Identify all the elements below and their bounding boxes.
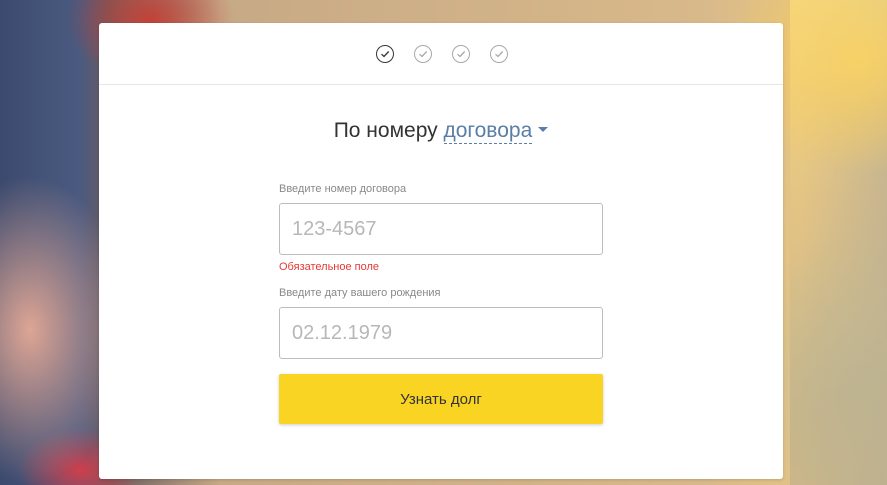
- birthdate-input[interactable]: 02.12.1979: [279, 307, 603, 359]
- search-method-dropdown[interactable]: договора: [443, 119, 533, 144]
- contract-number-input[interactable]: 123-4567: [279, 203, 603, 255]
- birthdate-label: Введите дату вашего рождения: [279, 287, 441, 299]
- check-debt-button-label: Узнать долг: [400, 390, 482, 408]
- search-method-heading: По номеру договора: [99, 119, 783, 144]
- birthdate-placeholder: 02.12.1979: [292, 321, 393, 344]
- contract-number-placeholder: 123-4567: [292, 217, 377, 240]
- check-debt-button[interactable]: Узнать долг: [279, 374, 603, 424]
- debt-form: Введите номер договора 123-4567 Обязател…: [279, 183, 603, 424]
- step-3-check-icon: [452, 44, 470, 63]
- contract-number-error: Обязательное поле: [279, 261, 380, 273]
- step-indicator: [99, 23, 783, 85]
- step-1-check-icon: [376, 44, 394, 63]
- contract-number-label: Введите номер договора: [279, 183, 407, 195]
- form-card: По номеру договора Введите номер договор…: [99, 23, 783, 479]
- step-2-check-icon: [414, 44, 432, 63]
- background-highlight: [790, 0, 887, 485]
- dropdown-value: договора: [443, 119, 533, 142]
- step-4-check-icon: [490, 44, 508, 63]
- heading-prefix: По номеру: [333, 119, 438, 142]
- caret-down-icon[interactable]: [538, 127, 549, 133]
